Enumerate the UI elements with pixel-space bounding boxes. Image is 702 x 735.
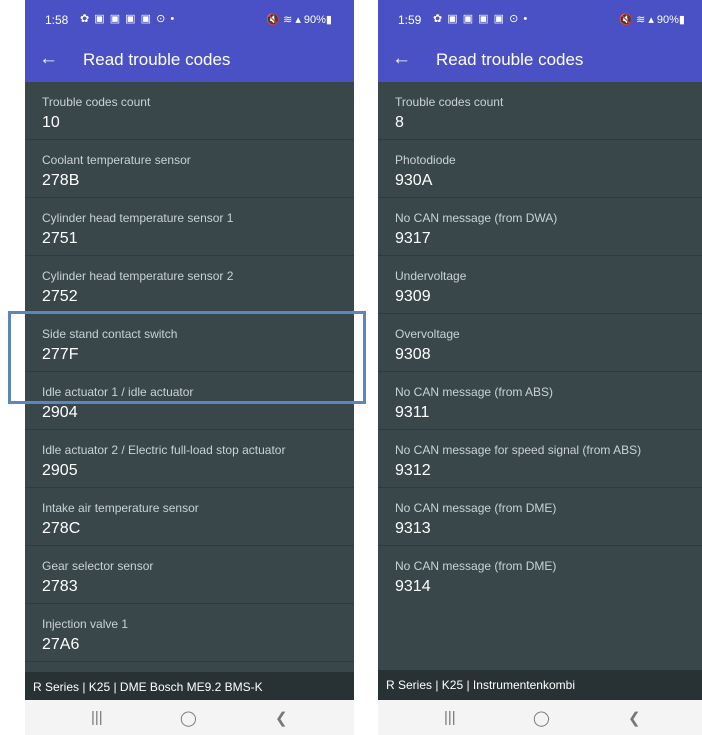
item-value: 9311: [395, 404, 430, 421]
list-item[interactable]: No CAN message (from DWA) 9317: [378, 198, 702, 256]
app-bar: 1:58 ✿ ▣ ▣ ▣ ▣ ⊙ • 🔇 ≋ ▴ 90%▮ ← Read tro…: [25, 0, 354, 82]
home-icon[interactable]: ◯: [533, 709, 550, 727]
notification-icons: ✿ ▣ ▣ ▣ ▣ ⊙ •: [80, 13, 176, 25]
back-nav-icon[interactable]: ❮: [628, 709, 641, 727]
list-item[interactable]: Cylinder head temperature sensor 1 2751: [25, 198, 354, 256]
footer-text: R Series | K25 | Instrumentenkombi: [386, 678, 575, 692]
item-value: 27A6: [42, 636, 80, 653]
item-label: No CAN message (from ABS): [395, 385, 554, 399]
page-title: Read trouble codes: [436, 50, 584, 69]
item-value: 9313: [395, 520, 431, 537]
item-value: 9314: [395, 578, 431, 595]
status-time: 1:59: [398, 13, 422, 27]
list-item[interactable]: Gear selector sensor 2783: [25, 546, 354, 604]
item-value: 8: [395, 114, 404, 131]
item-value: 2905: [42, 462, 78, 479]
item-label: Overvoltage: [395, 327, 460, 341]
list-item[interactable]: Overvoltage 9308: [378, 314, 702, 372]
device-footer: R Series | K25 | Instrumentenkombi: [378, 670, 702, 700]
notification-icons: ✿ ▣ ▣ ▣ ▣ ⊙ •: [433, 13, 529, 25]
page-title: Read trouble codes: [83, 50, 231, 69]
item-value: 278C: [42, 520, 81, 537]
status-bar: 1:59 ✿ ▣ ▣ ▣ ▣ ⊙ • 🔇 ≋ ▴ 90%▮: [378, 0, 702, 36]
system-nav-bar: ||| ◯ ❮: [25, 700, 354, 735]
item-label: No CAN message (from DME): [395, 559, 557, 573]
item-label: No CAN message (from DWA): [395, 211, 558, 225]
list-item[interactable]: Coolant temperature sensor 278B: [25, 140, 354, 198]
item-label: Trouble codes count: [395, 95, 504, 109]
toolbar: ← Read trouble codes: [378, 40, 702, 80]
item-label: Injection valve 1: [42, 617, 129, 631]
recents-icon[interactable]: |||: [91, 709, 103, 726]
item-value: 2751: [42, 230, 78, 247]
app-bar: 1:59 ✿ ▣ ▣ ▣ ▣ ⊙ • 🔇 ≋ ▴ 90%▮ ← Read tro…: [378, 0, 702, 82]
item-value: 277F: [42, 346, 79, 363]
list-item[interactable]: Cylinder head temperature sensor 2 2752: [25, 256, 354, 314]
item-label: Photodiode: [395, 153, 456, 167]
item-value: 9309: [395, 288, 431, 305]
item-label: Undervoltage: [395, 269, 467, 283]
item-label: Cylinder head temperature sensor 1: [42, 211, 234, 225]
item-value: 278B: [42, 172, 80, 189]
right-screen: 1:59 ✿ ▣ ▣ ▣ ▣ ⊙ • 🔇 ≋ ▴ 90%▮ ← Read tro…: [378, 0, 702, 735]
list-item[interactable]: Idle actuator 2 / Electric full-load sto…: [25, 430, 354, 488]
list-item[interactable]: Photodiode 930A: [378, 140, 702, 198]
item-label: Idle actuator 2 / Electric full-load sto…: [42, 443, 286, 457]
item-label: Cylinder head temperature sensor 2: [42, 269, 234, 283]
recents-icon[interactable]: |||: [444, 709, 456, 726]
item-value: 2752: [42, 288, 78, 305]
back-nav-icon[interactable]: ❮: [275, 709, 288, 727]
system-status: 🔇 ≋ ▴ 90%▮: [619, 14, 685, 26]
item-value: 2904: [42, 404, 78, 421]
list-item[interactable]: No CAN message for speed signal (from AB…: [378, 430, 702, 488]
item-label: Intake air temperature sensor: [42, 501, 199, 515]
list-item[interactable]: Trouble codes count 10: [25, 82, 354, 140]
item-value: 930A: [395, 172, 433, 189]
status-time: 1:58: [45, 13, 69, 27]
list-item[interactable]: No CAN message (from ABS) 9311: [378, 372, 702, 430]
toolbar: ← Read trouble codes: [25, 40, 354, 80]
device-footer: R Series | K25 | DME Bosch ME9.2 BMS-K: [25, 672, 354, 702]
back-arrow-icon[interactable]: ←: [39, 48, 58, 70]
list-item[interactable]: Side stand contact switch 277F: [25, 314, 354, 372]
list-item[interactable]: No CAN message (from DME) 9314: [378, 546, 702, 603]
item-label: No CAN message (from DME): [395, 501, 557, 515]
list-item[interactable]: Trouble codes count 8: [378, 82, 702, 140]
item-value: 9317: [395, 230, 431, 247]
item-value: 9312: [395, 462, 431, 479]
trouble-code-list: Trouble codes count 8 Photodiode 930A No C…: [378, 82, 702, 603]
list-item[interactable]: Injection valve 1 27A6: [25, 604, 354, 662]
item-value: 2783: [42, 578, 78, 595]
home-icon[interactable]: ◯: [180, 709, 197, 727]
system-status: 🔇 ≋ ▴ 90%▮: [266, 14, 332, 26]
item-label: Coolant temperature sensor: [42, 153, 191, 167]
list-item[interactable]: Undervoltage 9309: [378, 256, 702, 314]
list-item[interactable]: Idle actuator 1 / idle actuator 2904: [25, 372, 354, 430]
item-label: No CAN message for speed signal (from AB…: [395, 443, 642, 457]
item-label: Trouble codes count: [42, 95, 151, 109]
item-value: 10: [42, 114, 60, 131]
left-screen: 1:58 ✿ ▣ ▣ ▣ ▣ ⊙ • 🔇 ≋ ▴ 90%▮ ← Read tro…: [25, 0, 354, 735]
status-bar: 1:58 ✿ ▣ ▣ ▣ ▣ ⊙ • 🔇 ≋ ▴ 90%▮: [25, 0, 354, 36]
item-value: 9308: [395, 346, 431, 363]
list-item[interactable]: No CAN message (from DME) 9313: [378, 488, 702, 546]
trouble-code-list: Trouble codes count 10 Coolant temperatur…: [25, 82, 354, 662]
list-item[interactable]: Intake air temperature sensor 278C: [25, 488, 354, 546]
back-arrow-icon[interactable]: ←: [392, 48, 411, 70]
item-label: Idle actuator 1 / idle actuator: [42, 385, 194, 399]
system-nav-bar: ||| ◯ ❮: [378, 700, 702, 735]
item-label: Side stand contact switch: [42, 327, 178, 341]
footer-text: R Series | K25 | DME Bosch ME9.2 BMS-K: [33, 680, 263, 694]
item-label: Gear selector sensor: [42, 559, 154, 573]
